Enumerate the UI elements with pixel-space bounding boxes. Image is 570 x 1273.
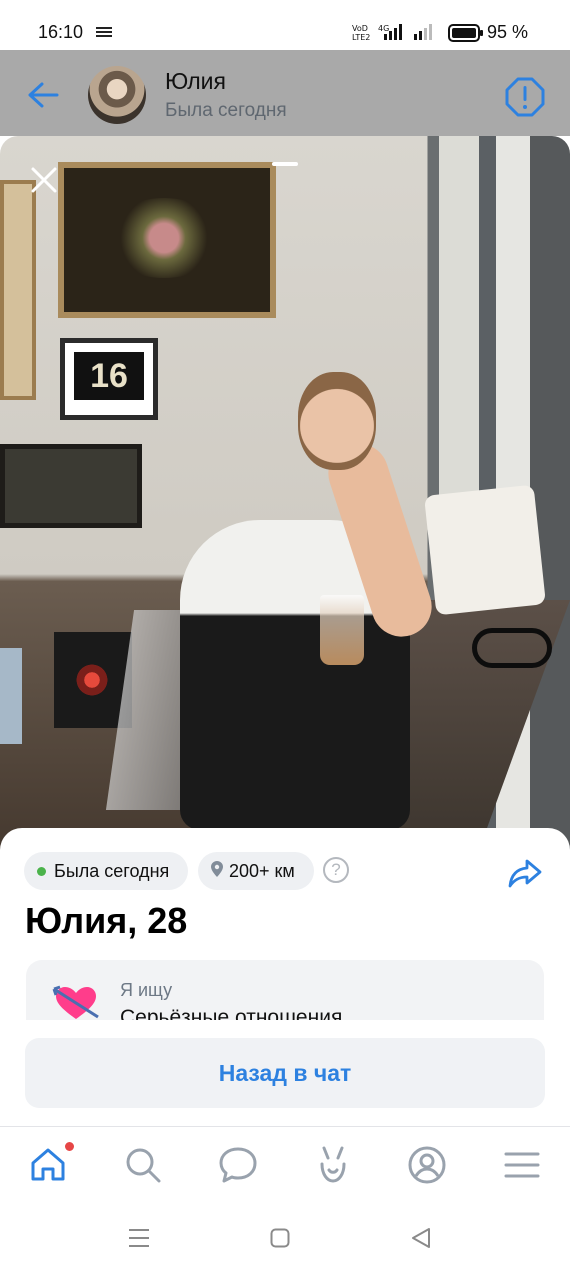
photo-person-head bbox=[298, 372, 376, 470]
status-bar bbox=[0, 0, 570, 50]
menu-icon[interactable] bbox=[501, 1144, 543, 1186]
photo-page-indicator bbox=[272, 162, 298, 166]
svg-text:LTE2: LTE2 bbox=[352, 33, 370, 42]
back-triangle-icon[interactable] bbox=[410, 1227, 432, 1254]
battery-icon bbox=[448, 24, 484, 47]
photo-cup bbox=[320, 595, 364, 665]
svg-text:VoD: VoD bbox=[352, 24, 368, 33]
alert-circle-icon[interactable] bbox=[504, 76, 546, 123]
notification-icon bbox=[96, 27, 112, 39]
location-pin-icon bbox=[211, 852, 223, 890]
photo-number-sign: 16 bbox=[74, 352, 144, 400]
recent-apps-icon[interactable] bbox=[128, 1228, 150, 1253]
header-status: Была сегодня bbox=[165, 100, 287, 121]
photo-sunglasses bbox=[472, 628, 552, 668]
header-name[interactable]: Юлия bbox=[165, 68, 226, 95]
messages-icon[interactable] bbox=[217, 1144, 259, 1186]
looking-for-label: Я ищу bbox=[120, 980, 173, 1000]
search-icon[interactable] bbox=[122, 1144, 164, 1186]
online-status-text: Была сегодня bbox=[54, 861, 170, 881]
card-overlay bbox=[0, 1020, 570, 1038]
question-icon[interactable]: ? bbox=[323, 857, 349, 883]
profile-icon[interactable] bbox=[406, 1144, 448, 1186]
avatar[interactable] bbox=[88, 66, 146, 124]
distance-text: 200+ км bbox=[229, 861, 295, 881]
battery-percent: 95 % bbox=[486, 22, 528, 42]
close-icon[interactable] bbox=[30, 166, 58, 199]
photo-frame bbox=[58, 162, 276, 318]
share-icon[interactable] bbox=[508, 858, 542, 893]
online-dot-icon bbox=[37, 866, 46, 876]
online-status-chip: Была сегодня bbox=[24, 852, 188, 890]
tab-bar bbox=[0, 1126, 570, 1207]
home-square-icon[interactable] bbox=[270, 1228, 290, 1253]
home-icon[interactable] bbox=[27, 1144, 69, 1186]
photo-bag bbox=[424, 484, 546, 616]
photo-frame bbox=[0, 180, 36, 400]
notification-dot bbox=[63, 1140, 76, 1153]
arrow-left-icon[interactable] bbox=[26, 80, 60, 115]
distance-chip: 200+ км bbox=[198, 852, 314, 890]
back-to-chat-button[interactable]: Назад в чат bbox=[25, 1038, 545, 1108]
photo-frame bbox=[0, 444, 142, 528]
profile-name-age: Юлия, 28 bbox=[25, 900, 188, 941]
clips-icon[interactable] bbox=[312, 1144, 354, 1186]
looking-for-value: Серьёзные отношения bbox=[120, 1006, 343, 1020]
status-time: 16:10 bbox=[38, 22, 84, 42]
chat-header bbox=[0, 50, 570, 136]
photo-magazine bbox=[0, 648, 22, 744]
signal-icon: VoD LTE2 4G bbox=[352, 22, 442, 47]
svg-text:4G: 4G bbox=[378, 24, 389, 33]
